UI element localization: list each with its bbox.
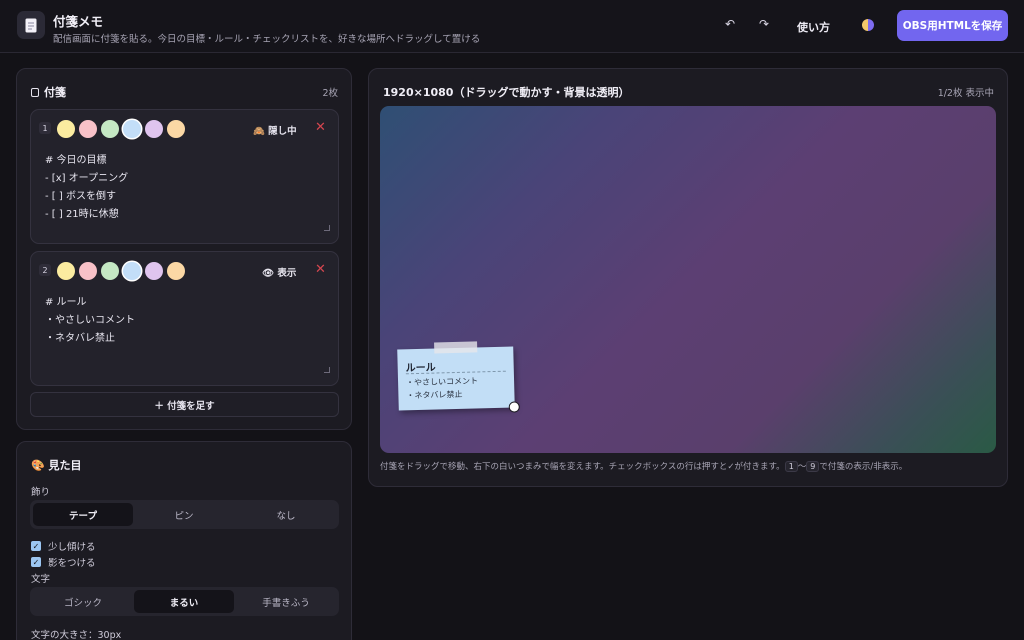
delete-note-icon[interactable]: ✕ — [315, 120, 326, 135]
notes-panel-title: 付箋 — [31, 84, 66, 100]
color-swatch-pink[interactable] — [79, 120, 97, 138]
tape-decoration — [434, 341, 478, 354]
save-obs-html-button[interactable]: OBS用HTMLを保存 — [897, 10, 1008, 41]
resize-grip-icon[interactable] — [324, 367, 330, 373]
tilt-checkbox-row[interactable]: ✓ 少し傾ける — [31, 539, 96, 553]
font-option-round[interactable]: まるい — [134, 590, 234, 613]
note-square-icon — [31, 88, 39, 97]
decoration-option-pin[interactable]: ピン — [134, 503, 234, 526]
key-badge: 9 — [806, 461, 820, 472]
font-option-gothic[interactable]: ゴシック — [33, 590, 133, 613]
color-swatch-pink[interactable] — [79, 262, 97, 280]
note-card: 2 👁 表示 ✕ # ルール ・やさしいコメント ・ネタバレ禁止 — [30, 251, 339, 386]
preview-panel: 1920×1080（ドラッグで動かす・背景は透明） 1/2枚 表示中 ルール ・… — [368, 68, 1008, 487]
checkbox-checked-icon[interactable]: ✓ — [31, 541, 41, 551]
notes-count: 2枚 — [322, 88, 338, 99]
resize-handle[interactable] — [508, 401, 520, 413]
color-swatch-yellow[interactable] — [57, 262, 75, 280]
decoration-selector: テープ ピン なし — [30, 500, 339, 529]
decoration-label: 飾り — [31, 487, 51, 498]
note-card: 1 🙈 隠し中 ✕ # 今日の目標 - [x] オープニング - [ ] ボスを… — [30, 109, 339, 244]
preview-status: 1/2枚 表示中 — [937, 88, 994, 99]
shadow-checkbox-row[interactable]: ✓ 影をつける — [31, 555, 96, 569]
color-swatch-purple[interactable] — [145, 120, 163, 138]
color-swatch-green[interactable] — [101, 120, 119, 138]
color-swatch-green[interactable] — [101, 262, 119, 280]
color-swatch-blue[interactable] — [123, 120, 141, 138]
preview-title: 1920×1080（ドラッグで動かす・背景は透明） — [383, 86, 630, 99]
sticky-note-preview[interactable]: ルール ・やさしいコメント ・ネタバレ禁止 — [397, 341, 520, 413]
app-subtitle: 配信画面に付箋を貼る。今日の目標・ルール・チェックリストを、好きな場所へドラッグ… — [53, 34, 481, 45]
color-swatch-yellow[interactable] — [57, 120, 75, 138]
color-swatch-blue[interactable] — [123, 262, 141, 280]
font-selector: ゴシック まるい 手書きふう — [30, 587, 339, 616]
decoration-option-none[interactable]: なし — [236, 503, 336, 526]
note-icon — [17, 11, 45, 39]
note-textarea[interactable]: # ルール ・やさしいコメント ・ネタバレ禁止 — [45, 294, 135, 348]
preview-canvas: ルール ・やさしいコメント ・ネタバレ禁止 — [380, 106, 996, 453]
theme-toggle-icon[interactable] — [862, 19, 874, 31]
sticky-body: ・やさしいコメント ・ネタバレ禁止 — [405, 376, 479, 401]
appearance-panel: 🎨 見た目 飾り テープ ピン なし ✓ 少し傾ける ✓ 影をつける 文字 ゴシック… — [16, 441, 352, 640]
appearance-panel-title: 🎨 見た目 — [31, 459, 82, 472]
decoration-option-tape[interactable]: テープ — [33, 503, 133, 526]
app-header: 付箋メモ 配信画面に付箋を貼る。今日の目標・ルール・チェックリストを、好きな場所… — [0, 0, 1024, 53]
color-swatch-orange[interactable] — [167, 262, 185, 280]
help-button[interactable]: 使い方 — [797, 19, 830, 35]
checkbox-checked-icon[interactable]: ✓ — [31, 557, 41, 567]
key-badge: 1 — [784, 461, 798, 472]
usage-hint: 付箋をドラッグで移動、右下の白いつまみで幅を変えます。チェックボックスの行は押す… — [380, 461, 908, 472]
resize-grip-icon[interactable] — [324, 225, 330, 231]
font-label: 文字 — [31, 574, 51, 585]
font-size-label: 文字の大きさ：30px — [31, 630, 122, 640]
redo-icon[interactable]: ↷ — [759, 17, 769, 31]
app-title: 付箋メモ — [53, 14, 104, 29]
visibility-toggle[interactable]: 🙈 隠し中 — [253, 123, 297, 137]
notes-panel: 付箋 2枚 1 🙈 隠し中 ✕ # 今日の目標 - [x] オープニング - [… — [16, 68, 352, 430]
delete-note-icon[interactable]: ✕ — [315, 262, 326, 277]
note-textarea[interactable]: # 今日の目標 - [x] オープニング - [ ] ボスを倒す - [ ] 2… — [45, 152, 128, 224]
color-swatch-orange[interactable] — [167, 120, 185, 138]
note-number: 1 — [39, 122, 51, 134]
visibility-toggle[interactable]: 👁 表示 — [262, 265, 296, 279]
note-number: 2 — [39, 264, 51, 276]
add-note-button[interactable]: ＋ 付箋を足す — [30, 392, 339, 417]
font-option-handwriting[interactable]: 手書きふう — [236, 590, 336, 613]
undo-icon[interactable]: ↶ — [725, 17, 735, 31]
color-swatch-purple[interactable] — [145, 262, 163, 280]
